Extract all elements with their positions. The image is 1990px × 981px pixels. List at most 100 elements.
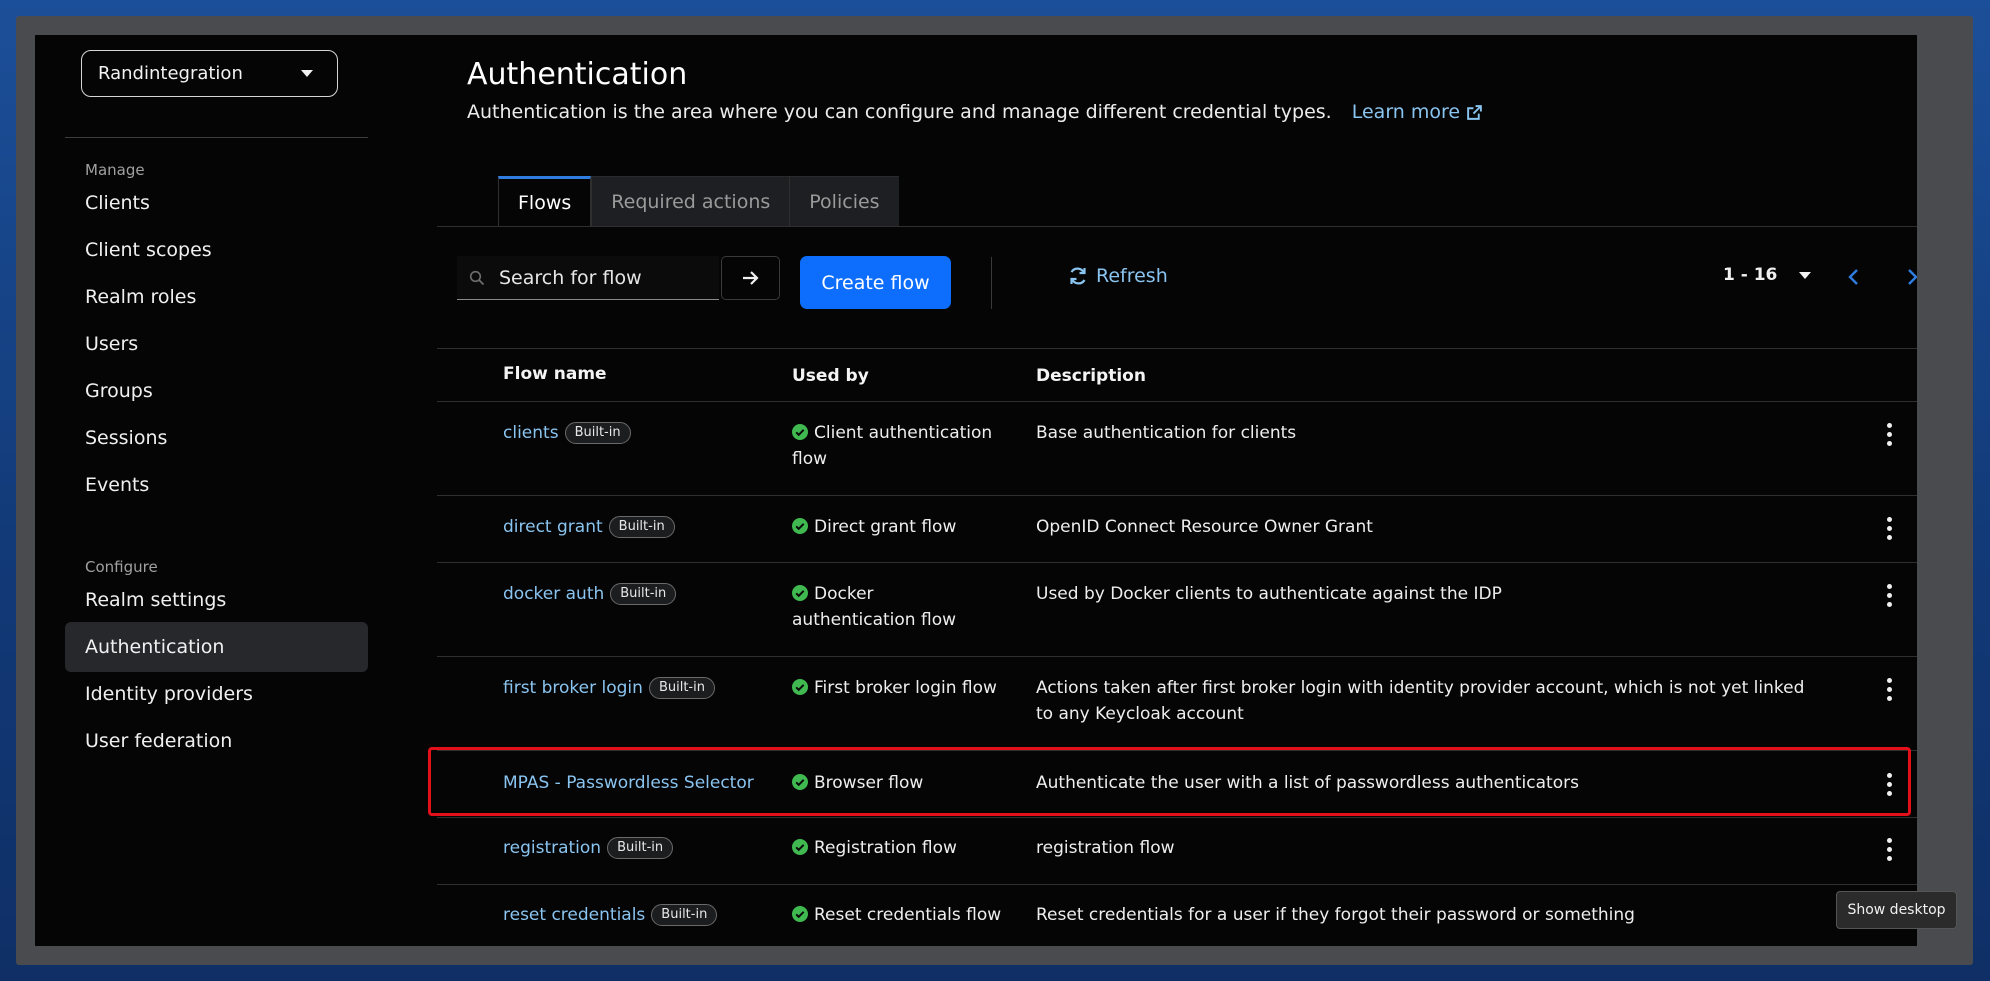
flow-name-link[interactable]: clients (503, 423, 559, 443)
row-actions-kebab[interactable] (1877, 674, 1901, 704)
caret-down-icon (1799, 271, 1812, 279)
sidebar-divider (65, 137, 368, 138)
table-row: MPAS - Passwordless Selector Browser flo… (437, 750, 1917, 817)
flow-name-cell: reset credentials Built-in (503, 902, 718, 928)
tabs-divider (437, 226, 1917, 227)
flow-name-link[interactable]: registration (503, 838, 601, 858)
flow-name-cell: registration Built-in (503, 835, 674, 861)
flow-name-cell: MPAS - Passwordless Selector (503, 770, 754, 796)
table-top-border (437, 348, 1917, 349)
search-submit-button[interactable] (721, 256, 780, 300)
sidebar-item-events[interactable]: Events (65, 460, 368, 510)
chevron-left-icon[interactable] (1847, 268, 1861, 286)
used-by-text: Reset credentials flow (814, 905, 1002, 925)
learn-more-link[interactable]: Learn more (1352, 101, 1483, 123)
sidebar-item-label: Groups (85, 380, 153, 402)
row-actions-kebab[interactable] (1877, 419, 1901, 449)
sidebar-item-label: User federation (85, 730, 233, 752)
used-by-cell: Client authentication flow (792, 420, 1002, 472)
row-actions-kebab[interactable] (1877, 834, 1901, 864)
sidebar-item-label: Client scopes (85, 239, 212, 261)
main-content: Authentication Authentication is the are… (435, 35, 1917, 946)
row-actions-kebab[interactable] (1877, 580, 1901, 610)
description-cell: Used by Docker clients to authenticate a… (1036, 584, 1502, 604)
tab-bar: Flows Required actions Policies (498, 176, 899, 227)
row-actions-kebab[interactable] (1877, 769, 1901, 799)
table-row: docker auth Built-in Docker authenticatio… (437, 562, 1917, 656)
used-by-text: Browser flow (814, 773, 924, 793)
flow-name-cell: clients Built-in (503, 420, 631, 446)
sidebar-item-clients[interactable]: Clients (65, 178, 368, 228)
flow-name-link[interactable]: first broker login (503, 678, 643, 698)
check-circle-icon (792, 906, 808, 922)
app-window: Randintegration Manage Clients Client sc… (35, 35, 1917, 946)
table-row: direct grant Built-in Direct grant flow O… (437, 495, 1917, 562)
check-circle-icon (792, 585, 808, 601)
flow-name-link[interactable]: docker auth (503, 584, 604, 604)
sidebar-item-users[interactable]: Users (65, 319, 368, 369)
create-flow-button[interactable]: Create flow (800, 256, 951, 309)
table-row: registration Built-in Registration flow r… (437, 817, 1917, 884)
description-cell: Reset credentials for a user if they for… (1036, 905, 1635, 925)
search-input[interactable] (499, 266, 719, 289)
sidebar: Randintegration Manage Clients Client sc… (35, 35, 435, 946)
sidebar-item-sessions[interactable]: Sessions (65, 413, 368, 463)
sidebar-item-groups[interactable]: Groups (65, 366, 368, 416)
check-circle-icon (792, 774, 808, 790)
tab-flows[interactable]: Flows (498, 176, 592, 227)
refresh-icon (1070, 267, 1086, 285)
used-by-cell: Registration flow (792, 835, 1002, 861)
arrow-right-icon (742, 271, 759, 285)
used-by-cell: Docker authentication flow (792, 581, 1002, 633)
page-description-text: Authentication is the area where you can… (467, 101, 1332, 123)
flow-name-cell: first broker login Built-in (503, 675, 715, 701)
pagination-range: 1 - 16 (1723, 265, 1778, 285)
flow-name-link[interactable]: MPAS - Passwordless Selector (503, 773, 754, 793)
sidebar-item-authentication[interactable]: Authentication (65, 622, 368, 672)
used-by-cell: Direct grant flow (792, 514, 1002, 540)
nav-section-manage: Manage (85, 161, 145, 179)
chevron-right-icon[interactable] (1905, 268, 1917, 286)
caret-down-icon (301, 70, 313, 77)
search-icon (469, 270, 485, 285)
sidebar-item-label: Clients (85, 192, 150, 214)
refresh-label: Refresh (1096, 265, 1168, 287)
sidebar-item-label: Users (85, 333, 139, 355)
sidebar-item-label: Sessions (85, 427, 168, 449)
sidebar-item-label: Events (85, 474, 150, 496)
sidebar-item-user-federation[interactable]: User federation (65, 716, 368, 766)
used-by-text: Client authentication flow (792, 423, 993, 469)
table-row: first broker login Built-in First broker … (437, 656, 1917, 750)
description-cell: Base authentication for clients (1036, 423, 1297, 443)
column-header-flow-name[interactable]: Flow name (503, 364, 607, 384)
realm-selector[interactable]: Randintegration (81, 50, 338, 97)
flow-name-cell: docker auth Built-in (503, 581, 677, 607)
sidebar-item-realm-settings[interactable]: Realm settings (65, 575, 368, 625)
flow-name-link[interactable]: direct grant (503, 517, 603, 537)
page-title: Authentication (467, 57, 688, 92)
used-by-cell: Reset credentials flow (792, 902, 1002, 928)
search-box (457, 256, 719, 300)
table-row: clients Built-in Client authentication fl… (437, 401, 1917, 495)
show-desktop-tooltip: Show desktop (1836, 891, 1957, 929)
check-circle-icon (792, 518, 808, 534)
row-actions-kebab[interactable] (1877, 513, 1901, 543)
sidebar-item-client-scopes[interactable]: Client scopes (65, 225, 368, 275)
tab-required-actions[interactable]: Required actions (591, 176, 790, 227)
tab-policies[interactable]: Policies (789, 176, 899, 227)
used-by-text: Registration flow (814, 838, 957, 858)
used-by-text: Direct grant flow (814, 517, 957, 537)
sidebar-item-label: Realm settings (85, 589, 227, 611)
built-in-badge: Built-in (607, 837, 674, 859)
sidebar-item-label: Authentication (85, 636, 225, 658)
flow-name-link[interactable]: reset credentials (503, 905, 645, 925)
description-cell: registration flow (1036, 838, 1175, 858)
sidebar-item-identity-providers[interactable]: Identity providers (65, 669, 368, 719)
built-in-badge: Built-in (651, 904, 718, 926)
realm-name: Randintegration (98, 63, 243, 84)
sidebar-item-realm-roles[interactable]: Realm roles (65, 272, 368, 322)
pagination-toggle[interactable]: 1 - 16 (1723, 265, 1819, 285)
sidebar-item-label: Identity providers (85, 683, 253, 705)
refresh-button[interactable]: Refresh (1068, 265, 1168, 287)
built-in-badge: Built-in (610, 583, 677, 605)
